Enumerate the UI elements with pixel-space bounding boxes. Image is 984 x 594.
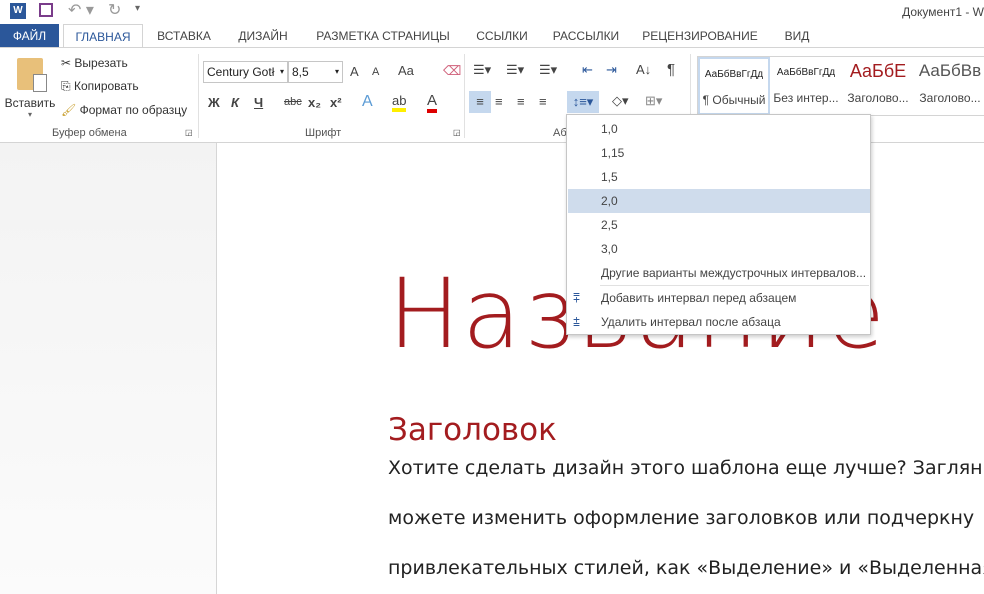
format-painter-button[interactable]: 🖌 Формат по образцу: [61, 103, 187, 117]
styles-gallery: АаБбВвГгДд ¶ Обычный АаБбВвГгДд Без интер.…: [697, 56, 984, 116]
tab-layout[interactable]: РАЗМЕТКА СТРАНИЦЫ: [308, 24, 458, 48]
font-color-icon[interactable]: A: [427, 92, 438, 113]
italic-button[interactable]: К: [231, 95, 239, 110]
spacing-option-1-15[interactable]: 1,15: [568, 141, 870, 165]
shrink-font-button[interactable]: A: [372, 66, 379, 78]
copy-button[interactable]: ⎘ Копировать: [61, 79, 139, 94]
paragraph-line[interactable]: привлекательных стилей, как «Выделение» …: [388, 557, 984, 579]
align-right-icon[interactable]: ≡: [517, 94, 525, 109]
remove-space-after[interactable]: ⩲ Удалить интервал после абзаца: [568, 310, 870, 334]
font-name-select[interactable]: Century Gotł ▾: [203, 61, 288, 83]
title-bar: W ↶ ▾ ↻ ▾ Документ1 - W: [0, 0, 984, 24]
add-space-before[interactable]: ⩱ Добавить интервал перед абзацем: [568, 286, 870, 310]
tab-design[interactable]: ДИЗАЙН: [228, 24, 298, 48]
add-space-before-icon: ⩱: [573, 291, 581, 305]
clipboard-icon: [17, 58, 47, 92]
remove-space-after-icon: ⩲: [573, 315, 581, 329]
font-size-select[interactable]: 8,5 ▾: [288, 61, 343, 83]
numbering-icon[interactable]: ☰▾: [506, 62, 524, 78]
tab-home[interactable]: ГЛАВНАЯ: [63, 24, 143, 48]
paste-button[interactable]: Вставить ▾: [4, 56, 56, 120]
paragraph-line[interactable]: можете изменить оформление заголовков ил…: [388, 507, 974, 529]
cut-button[interactable]: ✂ Вырезать: [61, 56, 128, 70]
justify-icon[interactable]: ≡: [539, 94, 547, 109]
grow-font-button[interactable]: A: [350, 64, 359, 79]
undo-icon[interactable]: ↶ ▾: [68, 0, 94, 20]
tab-insert[interactable]: ВСТАВКА: [150, 24, 218, 48]
dialog-launcher-icon[interactable]: ◲: [185, 128, 193, 137]
style-heading1[interactable]: АаБбЕ Заголово...: [842, 57, 914, 115]
line-spacing-menu: 1,0 1,15 1,5 2,0 2,5 3,0 Другие варианты…: [566, 114, 871, 335]
style-normal[interactable]: АаБбВвГгДд ¶ Обычный: [698, 57, 770, 115]
tab-mailings[interactable]: РАССЫЛКИ: [546, 24, 626, 48]
tab-review[interactable]: РЕЦЕНЗИРОВАНИЕ: [638, 24, 762, 48]
underline-button[interactable]: Ч: [254, 95, 263, 110]
borders-icon[interactable]: ⊞▾: [645, 93, 662, 109]
window-title: Документ1 - W: [902, 5, 984, 19]
multilevel-list-icon[interactable]: ☰▾: [539, 62, 557, 78]
tab-view[interactable]: ВИД: [774, 24, 820, 48]
increase-indent-icon[interactable]: ⇥: [606, 62, 617, 78]
style-heading2[interactable]: АаБбВв Заголово...: [914, 57, 984, 115]
font-group-label: Шрифт: [305, 127, 342, 139]
tab-file[interactable]: ФАЙЛ: [0, 24, 59, 48]
spacing-option-2-0[interactable]: 2,0: [568, 189, 870, 213]
dialog-launcher-icon[interactable]: ◲: [453, 128, 461, 137]
document-heading[interactable]: Заголовок: [388, 412, 557, 448]
align-left-icon[interactable]: ≡: [469, 91, 491, 113]
clear-format-icon[interactable]: ⌫: [443, 63, 461, 79]
tab-references[interactable]: ССЫЛКИ: [468, 24, 536, 48]
spacing-option-3-0[interactable]: 3,0: [568, 237, 870, 261]
align-center-icon[interactable]: ≡: [495, 94, 503, 109]
navigation-area: [0, 143, 216, 594]
spacing-option-2-5[interactable]: 2,5: [568, 213, 870, 237]
brush-icon: 🖌: [61, 103, 77, 117]
strikethrough-button[interactable]: abc: [284, 96, 302, 108]
word-logo-icon[interactable]: W: [10, 3, 26, 19]
bold-button[interactable]: Ж: [208, 95, 220, 110]
spacing-option-1-0[interactable]: 1,0: [568, 117, 870, 141]
copy-icon: ⎘: [61, 79, 71, 93]
customize-icon[interactable]: ▾: [135, 3, 140, 14]
more-spacing-options[interactable]: Другие варианты междустрочных интервалов…: [568, 261, 870, 285]
sort-icon[interactable]: A↓: [636, 62, 651, 77]
scissors-icon: ✂: [61, 56, 72, 70]
paragraph-line[interactable]: Хотите сделать дизайн этого шаблона еще …: [388, 457, 984, 479]
pilcrow-icon[interactable]: ¶: [667, 61, 675, 78]
text-effects-icon[interactable]: A: [362, 93, 373, 111]
save-icon[interactable]: [39, 3, 53, 17]
spacing-option-1-5[interactable]: 1,5: [568, 165, 870, 189]
highlight-icon[interactable]: ab: [392, 93, 407, 112]
line-spacing-icon[interactable]: ↕≡▾: [567, 91, 599, 113]
superscript-button[interactable]: x²: [330, 95, 342, 110]
style-no-spacing[interactable]: АаБбВвГгДд Без интер...: [770, 57, 842, 115]
ribbon-tabs: ФАЙЛ ГЛАВНАЯ ВСТАВКА ДИЗАЙН РАЗМЕТКА СТР…: [0, 24, 984, 48]
bullets-icon[interactable]: ☰▾: [473, 62, 491, 78]
change-case-button[interactable]: Aa: [398, 63, 414, 78]
shading-icon[interactable]: ◇▾: [612, 93, 629, 109]
subscript-button[interactable]: x₂: [308, 95, 321, 110]
redo-icon[interactable]: ↻: [108, 0, 121, 20]
decrease-indent-icon[interactable]: ⇤: [582, 62, 593, 78]
clipboard-group-label: Буфер обмена: [52, 127, 127, 139]
paragraph-group-label: Аб: [553, 127, 567, 139]
